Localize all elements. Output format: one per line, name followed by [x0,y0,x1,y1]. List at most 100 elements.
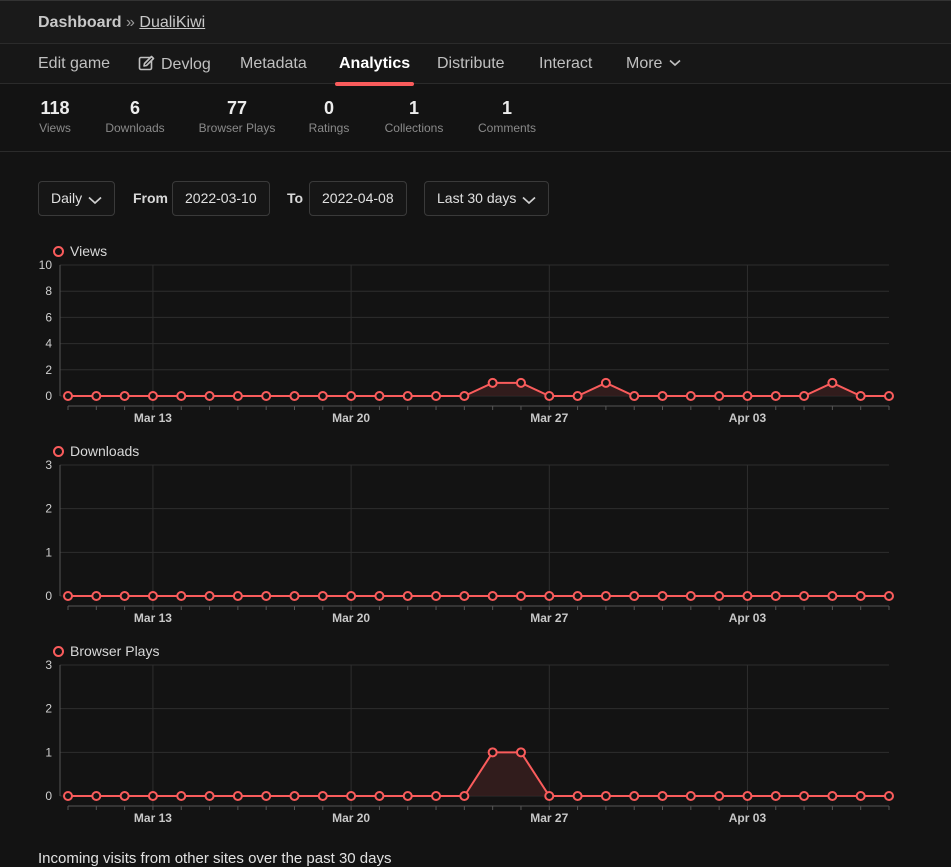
y-tick-label: 2 [45,702,52,716]
data-point [685,391,696,401]
y-tick-label: 3 [45,658,52,672]
y-tick-label: 8 [45,284,52,298]
range-select-value: Last 30 days [437,190,517,206]
data-point [855,391,866,401]
data-point [261,391,272,401]
data-point [63,791,73,801]
data-point [827,791,838,801]
data-point [855,591,866,601]
to-date-input[interactable]: 2022-04-08 [309,181,407,216]
data-point [714,391,725,401]
data-point [204,791,215,801]
data-point [657,391,668,401]
stat-ratings-value: 0 [323,98,334,118]
data-point [572,591,583,601]
x-tick-label: Mar 20 [332,411,370,425]
data-point [204,591,215,601]
data-point [515,377,526,388]
chevron-down-icon [522,196,536,205]
data-point [374,791,385,801]
views-chart: Views 0 2 4 6 8 10 Mar 13 Mar 20 Mar 27 Apr 03 [0,241,951,431]
data-point [261,591,272,601]
downloads-chart: Downloads 0 1 2 3 Mar 13 Mar 20 Mar 27 Apr 03 [0,441,951,631]
data-point [63,591,73,601]
x-tick-label: Mar 13 [134,611,172,625]
x-tick-label: Mar 27 [530,811,568,825]
y-tick-label: 1 [45,745,52,759]
data-point [91,591,102,601]
stat-downloads-value: 6 [129,98,140,118]
data-point [119,591,130,601]
stat-browser-plays-value: 77 [226,98,248,118]
tab-more[interactable]: More [626,55,687,73]
data-point [600,591,611,601]
breadcrumb-dashboard-link[interactable]: Dashboard [38,14,122,31]
data-point [685,791,696,801]
data-point [289,791,300,801]
stat-collections-label: Collections [384,121,444,135]
data-point [515,591,526,601]
data-point [572,391,583,401]
data-point [742,391,753,401]
x-tick-label: Mar 13 [134,411,172,425]
data-point [487,377,498,388]
data-point [714,791,725,801]
tab-metadata[interactable]: Metadata [240,55,307,73]
data-point [544,591,555,601]
tab-analytics[interactable]: Analytics [334,55,415,86]
tab-distribute[interactable]: Distribute [437,55,505,73]
interval-select[interactable]: Daily [38,181,116,216]
data-point [374,391,385,401]
tab-devlog[interactable]: Devlog [138,55,211,74]
breadcrumb: Dashboard » DualiKiwi [38,14,205,32]
y-tick-label: 0 [45,589,52,603]
stat-views-value: 118 [40,98,70,118]
data-point [317,591,328,601]
x-tick-label: Mar 27 [530,611,568,625]
data-point [742,591,753,601]
data-point [657,591,668,601]
data-point [119,791,130,801]
tab-more-label: More [626,55,663,72]
data-point [685,591,696,601]
chevron-down-icon [88,196,102,205]
data-point [884,791,894,801]
data-point [289,591,300,601]
data-point [346,791,357,801]
edit-icon [138,55,155,71]
data-point [629,591,640,601]
data-point [63,391,73,401]
data-point [515,747,526,758]
breadcrumb-bar: Dashboard » DualiKiwi [0,0,951,44]
stat-ratings-label: Ratings [308,121,350,135]
tab-interact[interactable]: Interact [539,55,592,73]
referrers-heading: Incoming visits from other sites over th… [38,850,392,867]
data-point [431,791,442,801]
breadcrumb-game-link[interactable]: DualiKiwi [139,14,205,31]
interval-select-value: Daily [51,190,83,206]
data-point [884,391,894,401]
from-date-input[interactable]: 2022-03-10 [172,181,270,216]
data-point [487,591,498,601]
stat-comments: 1 Comments [476,98,538,135]
stats-row: 118 Views 6 Downloads 77 Browser Plays 0… [0,84,951,152]
y-tick-label: 2 [45,502,52,516]
data-point [204,391,215,401]
data-point [261,791,272,801]
data-point [232,591,243,601]
stat-browser-plays-label: Browser Plays [198,121,276,135]
data-point [346,391,357,401]
stat-downloads: 6 Downloads [104,98,166,135]
data-point [827,377,838,388]
stat-browser-plays: 77 Browser Plays [198,98,276,135]
data-point [770,391,781,401]
data-point [799,791,810,801]
data-point [147,791,158,801]
data-point [346,591,357,601]
data-point [431,591,442,601]
tab-edit-game[interactable]: Edit game [38,55,110,73]
y-tick-label: 4 [45,337,52,351]
y-tick-label: 0 [45,389,52,403]
range-select[interactable]: Last 30 days [424,181,550,216]
data-point [600,377,611,388]
